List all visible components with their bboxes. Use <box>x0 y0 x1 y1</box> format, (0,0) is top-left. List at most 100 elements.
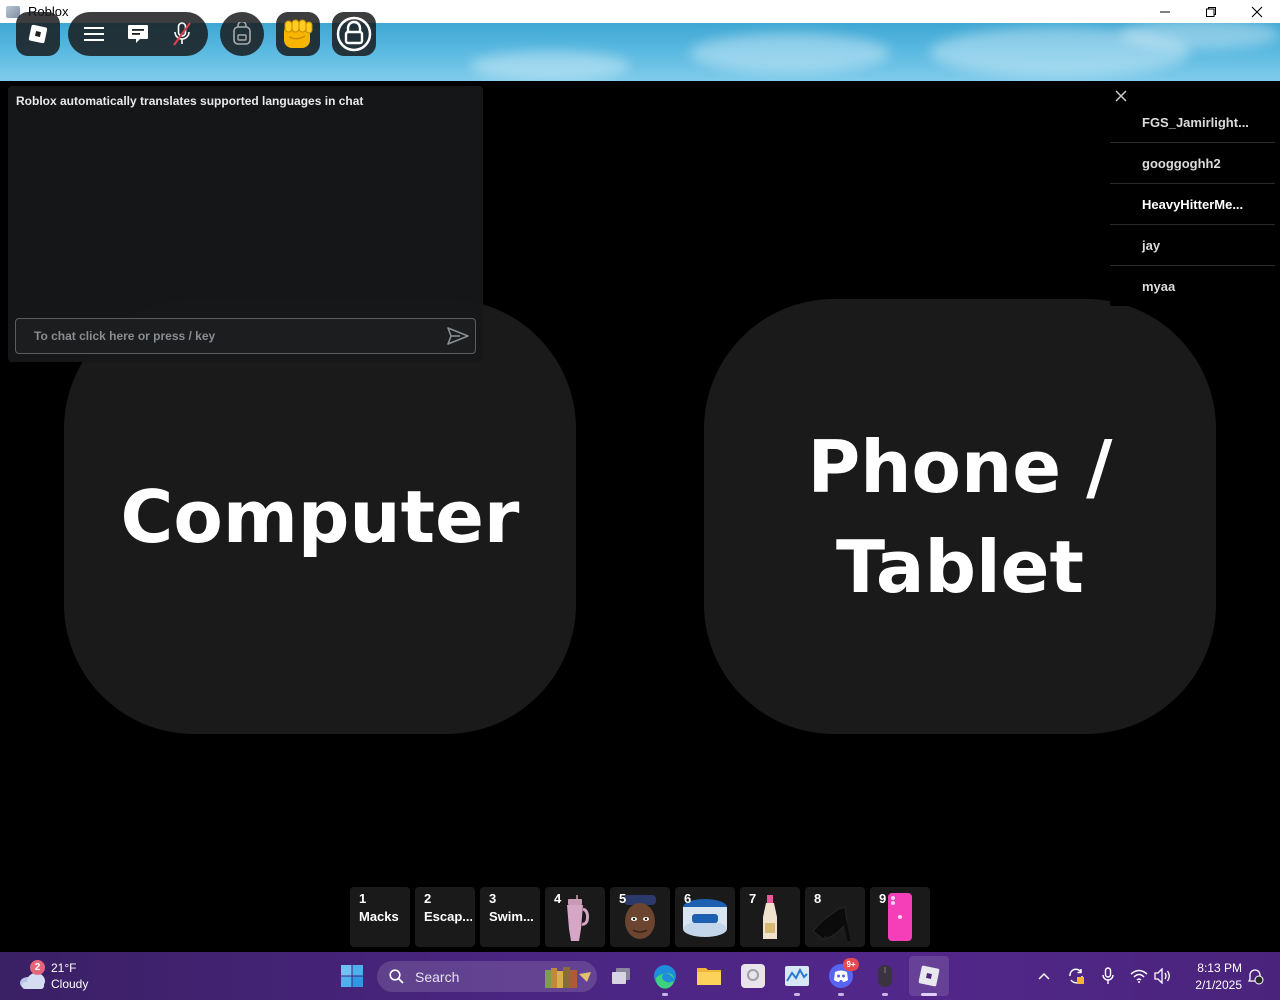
clock-time: 8:13 PM <box>1197 961 1242 975</box>
chat-toggle-button[interactable] <box>116 12 160 56</box>
close-icon <box>1251 6 1263 17</box>
player-list-item-self[interactable]: HeavyHitterMe... <box>1110 184 1275 225</box>
roblox-icon <box>918 965 940 987</box>
search-label: Search <box>415 968 460 985</box>
minimize-button[interactable] <box>1142 0 1188 23</box>
discord-app-button[interactable]: 9+ <box>821 956 861 996</box>
active-indicator <box>921 993 937 996</box>
inventory-hotbar: 1 Macks 2 Escap... 3 Swim... 4 5 6 7 8 9 <box>350 887 930 947</box>
windows-taskbar: 2 21°F Cloudy Search 9+ 8:13 PM 2/1/2025 <box>0 952 1280 1000</box>
task-view-button[interactable] <box>601 956 641 996</box>
restore-button[interactable] <box>1188 0 1234 23</box>
close-window-button[interactable] <box>1234 0 1280 23</box>
sync-icon <box>1069 968 1084 984</box>
discord-notification-badge: 9+ <box>843 958 859 971</box>
mouse-icon <box>878 965 892 987</box>
fist-icon <box>284 19 313 48</box>
shiftlock-button[interactable] <box>332 12 376 56</box>
hamburger-menu-button[interactable] <box>72 12 116 56</box>
computer-option-button[interactable]: Computer <box>64 299 576 734</box>
roblox-logo-icon <box>28 24 48 44</box>
chevron-up-icon <box>1038 972 1050 980</box>
running-indicator <box>838 993 844 996</box>
file-explorer-button[interactable] <box>689 956 729 996</box>
taskbar-search[interactable]: Search <box>377 961 597 992</box>
backpack-icon <box>233 22 251 45</box>
taskbar-clock[interactable]: 8:13 PM 2/1/2025 <box>1182 960 1242 994</box>
search-highlight-books-icon <box>545 967 591 988</box>
perfume-bottle-icon <box>763 895 777 939</box>
start-button[interactable] <box>332 956 372 996</box>
phone-tablet-option-button[interactable]: Phone / Tablet <box>704 299 1216 734</box>
microphone-tray-button[interactable] <box>1098 964 1118 988</box>
send-icon <box>447 327 469 345</box>
weather-widget[interactable]: 2 21°F Cloudy <box>16 958 136 996</box>
task-manager-button[interactable] <box>777 956 817 996</box>
roblox-app-button[interactable] <box>909 956 949 996</box>
speaker-icon <box>1154 968 1170 984</box>
hotbar-slot-4[interactable]: 4 <box>545 887 605 947</box>
slot-number: 3 <box>489 891 497 906</box>
player-list-item[interactable]: FGS_Jamirlight... <box>1110 102 1275 143</box>
topbar-controls <box>68 12 208 56</box>
slot-number: 2 <box>424 891 432 906</box>
player-list-item[interactable]: jay <box>1110 225 1275 266</box>
hotbar-slot-5[interactable]: 5 <box>610 887 670 947</box>
emote-fist-button[interactable] <box>276 12 320 56</box>
slot-number: 6 <box>684 891 692 906</box>
notifications-button[interactable] <box>1244 964 1266 988</box>
network-tray-button[interactable] <box>1128 964 1150 988</box>
weather-condition: Cloudy <box>51 977 89 991</box>
hotbar-slot-7[interactable]: 7 <box>740 887 800 947</box>
slot-number: 9 <box>879 891 887 906</box>
edge-app-button[interactable] <box>645 956 685 996</box>
phone-tablet-label-line1: Phone / <box>807 424 1113 509</box>
slot-label: Escap... <box>424 909 472 924</box>
close-icon <box>1115 90 1127 102</box>
window-controls <box>1142 0 1280 23</box>
player-list-item[interactable]: googgoghh2 <box>1110 143 1275 184</box>
running-indicator <box>662 993 668 996</box>
running-indicator <box>794 993 800 996</box>
task-manager-icon <box>785 966 809 986</box>
slot-label: Swim... <box>489 909 534 924</box>
hotbar-slot-3[interactable]: 3 Swim... <box>480 887 540 947</box>
mouse-app-button[interactable] <box>865 956 905 996</box>
running-indicator <box>882 993 888 996</box>
folder-icon <box>697 968 721 985</box>
roblox-menu-button[interactable] <box>16 12 60 56</box>
weather-temperature: 21°F <box>51 961 77 975</box>
hotbar-slot-6[interactable]: 6 <box>675 887 735 947</box>
hotbar-slot-9[interactable]: 9 <box>870 887 930 947</box>
slot-number: 8 <box>814 891 822 906</box>
restore-icon <box>1206 6 1216 17</box>
slot-label: Macks <box>359 909 399 924</box>
chat-window: Roblox automatically translates supporte… <box>8 86 483 362</box>
pink-phone-icon <box>888 893 912 941</box>
backpack-button[interactable] <box>220 12 264 56</box>
slot-number: 4 <box>554 891 562 906</box>
minimize-icon <box>1160 11 1170 12</box>
phone-tablet-label-line2: Tablet <box>836 524 1084 609</box>
muted-microphone-icon <box>173 22 191 46</box>
chat-system-message: Roblox automatically translates supporte… <box>16 94 364 108</box>
app-tile-button[interactable] <box>733 956 773 996</box>
show-hidden-icons-button[interactable] <box>1034 964 1054 988</box>
hotbar-slot-2[interactable]: 2 Escap... <box>415 887 475 947</box>
player-list: FGS_Jamirlight... googgoghh2 HeavyHitter… <box>1110 102 1275 306</box>
chat-send-button[interactable] <box>441 319 475 353</box>
hotbar-slot-1[interactable]: 1 Macks <box>350 887 410 947</box>
black-heels-icon <box>812 906 851 943</box>
voice-mute-button[interactable] <box>160 12 204 56</box>
sync-tray-button[interactable] <box>1064 964 1088 988</box>
microphone-icon <box>1102 967 1114 984</box>
computer-option-label: Computer <box>120 474 520 559</box>
clock-date: 2/1/2025 <box>1195 978 1242 992</box>
hotbar-slot-8[interactable]: 8 <box>805 887 865 947</box>
chat-input[interactable] <box>16 328 441 344</box>
app-tile-icon <box>741 964 765 988</box>
volume-tray-button[interactable] <box>1152 964 1174 988</box>
windows-logo-icon <box>341 965 363 987</box>
player-list-item[interactable]: myaa <box>1110 266 1275 306</box>
slot-number: 5 <box>619 891 627 906</box>
